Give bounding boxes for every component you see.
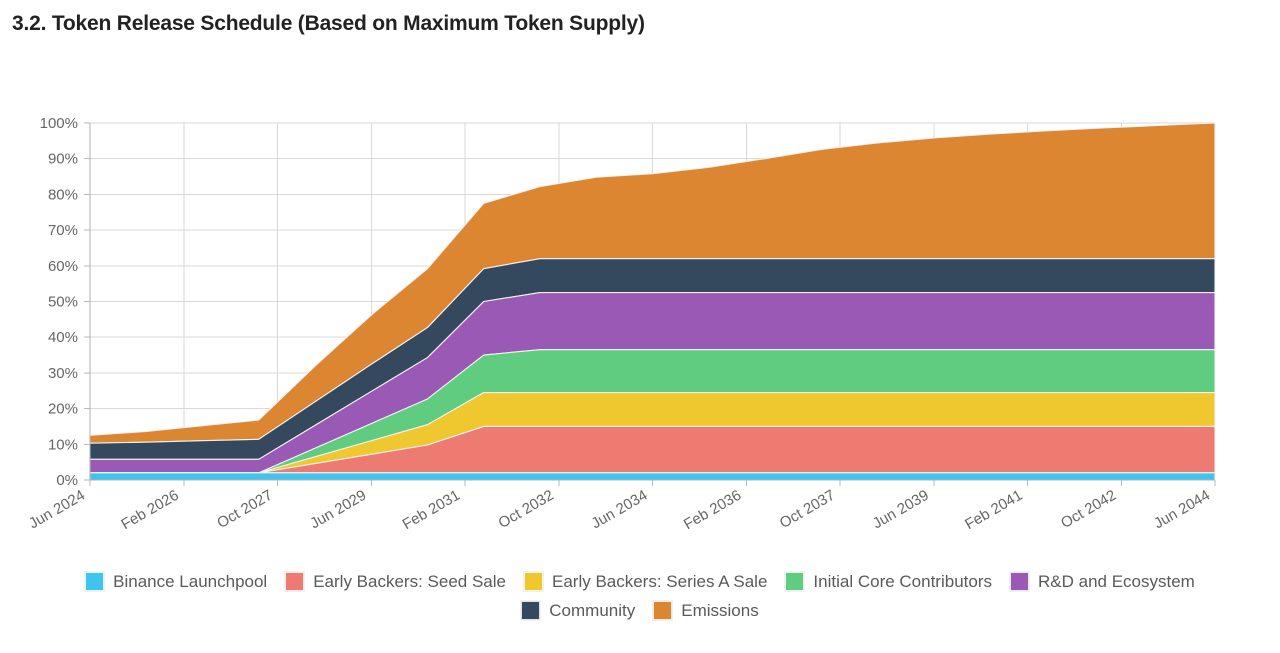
legend-item[interactable]: Early Backers: Series A Sale [524, 572, 767, 591]
legend-item[interactable]: Community [521, 601, 635, 620]
x-axis-tick-label: Feb 2031 [400, 487, 463, 533]
x-axis-tick-label: Oct 2027 [214, 487, 275, 532]
y-axis-tick-label: 30% [48, 365, 78, 382]
x-axis-tick-label: Jun 2024 [26, 487, 88, 533]
legend-color-swatch [653, 601, 672, 620]
legend-item-label: Community [549, 602, 635, 619]
legend-item[interactable]: Early Backers: Seed Sale [285, 572, 506, 591]
y-axis-tick-label: 80% [48, 186, 78, 203]
x-axis-tick-labels: Jun 2024 Feb 2026 Oct 2027 Jun 2029 Feb 2031… [26, 487, 1213, 533]
page-title: 3.2. Token Release Schedule (Based on Ma… [12, 12, 645, 36]
legend-item[interactable]: R&D and Ecosystem [1010, 572, 1195, 591]
legend-item[interactable]: Emissions [653, 601, 758, 620]
chart-legend: Binance Launchpool Early Backers: Seed Sa… [0, 572, 1280, 620]
x-axis-tick-label: Feb 2041 [962, 487, 1025, 533]
legend-item-label: Early Backers: Series A Sale [552, 573, 767, 590]
legend-item[interactable]: Initial Core Contributors [785, 572, 992, 591]
legend-row-primary: Binance Launchpool Early Backers: Seed Sa… [0, 572, 1280, 591]
y-axis-tick-label: 70% [48, 222, 78, 239]
y-axis-tick-label: 10% [48, 436, 78, 453]
x-axis-tick-label: Jun 2034 [589, 487, 651, 533]
y-axis-tick-label: 50% [48, 293, 78, 310]
legend-color-swatch [85, 572, 104, 591]
y-axis-tick-labels: 0% 10% 20% 30% 40% 50% 60% 70% 80% 90% 100% [40, 115, 78, 489]
legend-color-swatch [785, 572, 804, 591]
legend-color-swatch [521, 601, 540, 620]
x-axis-tick-label: Jun 2029 [307, 487, 369, 533]
legend-item-label: Emissions [681, 602, 758, 619]
legend-item-label: Binance Launchpool [113, 573, 267, 590]
x-axis-tick-label: Feb 2026 [118, 487, 181, 533]
y-axis-tick-label: 40% [48, 329, 78, 346]
x-axis-tick-label: Oct 2032 [496, 487, 557, 532]
legend-item-label: R&D and Ecosystem [1038, 573, 1195, 590]
y-axis-tick-label: 60% [48, 258, 78, 275]
legend-color-swatch [524, 572, 543, 591]
legend-item-label: Early Backers: Seed Sale [313, 573, 506, 590]
legend-color-swatch [1010, 572, 1029, 591]
y-axis-tick-label: 100% [40, 115, 78, 132]
legend-row-secondary: Community Emissions [0, 601, 1280, 620]
x-axis-tick-label: Jun 2039 [870, 487, 932, 533]
chart-svg: 0% 10% 20% 30% 40% 50% 60% 70% 80% 90% 100% Jun 20… [0, 95, 1280, 565]
legend-color-swatch [285, 572, 304, 591]
area-band-binance-launchpool [90, 473, 1215, 480]
y-axis-tick-label: 20% [48, 401, 78, 418]
legend-item-label: Initial Core Contributors [813, 573, 992, 590]
token-release-chart: 0% 10% 20% 30% 40% 50% 60% 70% 80% 90% 100% Jun 20… [0, 95, 1280, 565]
x-axis-tick-label: Oct 2042 [1058, 487, 1119, 532]
y-axis-tick-label: 90% [48, 151, 78, 168]
x-axis-tick-label: Oct 2037 [777, 487, 838, 532]
x-axis-tick-label: Feb 2036 [681, 487, 744, 533]
y-axis-tick-label: 0% [56, 472, 78, 489]
x-axis-tick-label: Jun 2044 [1151, 487, 1213, 533]
legend-item[interactable]: Binance Launchpool [85, 572, 267, 591]
